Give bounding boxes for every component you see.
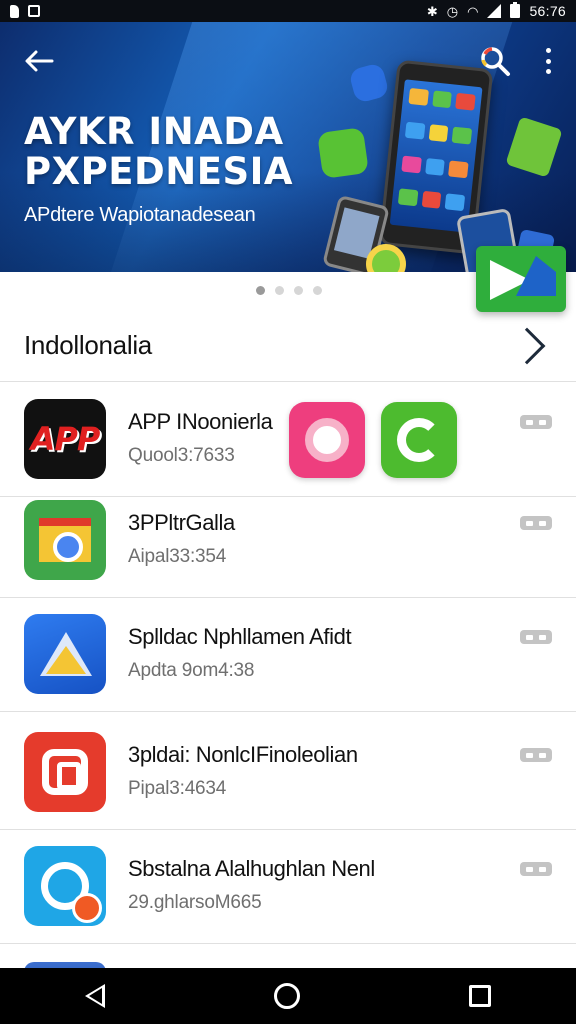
app-name: 3PPltrGalla: [128, 510, 235, 535]
status-right: ✱ ◷ ◠ 56:76: [426, 2, 566, 19]
carousel-dot[interactable]: [275, 286, 284, 295]
row-options-icon[interactable]: [520, 748, 552, 762]
list-item[interactable]: APP APP INoonierla Quool3:7633: [0, 383, 576, 497]
app-meta: Pipal3:4634: [128, 778, 227, 799]
status-time: 56:76: [529, 3, 566, 19]
list-item[interactable]: Sbstalna Alalhughlan Nenl 29.ghlarsoM665: [0, 830, 576, 944]
banner-title-line-2: PXPEDNESIA: [24, 150, 294, 193]
pink-app-icon[interactable]: [289, 402, 365, 478]
floating-app-icon: [505, 116, 563, 178]
search-icon[interactable]: [478, 44, 512, 78]
list-item[interactable]: 3pldai: NonlcIFinoleolian Pipal3:4634: [0, 716, 576, 830]
app-meta: 29.ghlarsoM665: [128, 892, 262, 913]
nav-home-icon[interactable]: [273, 983, 300, 1009]
app-logo-icon: APP: [24, 399, 106, 479]
app-meta: Apdta 9om4:38: [128, 660, 255, 681]
app-name: Sbstalna Alalhughlan Nenl: [128, 856, 375, 881]
floating-app-icon: [366, 244, 406, 272]
row-options-icon[interactable]: [520, 415, 552, 429]
floating-app-icon: [317, 127, 369, 179]
floating-app-icon: [348, 62, 390, 104]
chevron-right-icon[interactable]: [508, 327, 546, 364]
drive-triangle-icon: [24, 614, 106, 694]
alarm-icon: ◷: [446, 3, 459, 19]
status-left: [10, 4, 40, 18]
green-app-icon[interactable]: [381, 402, 457, 478]
overflow-menu-icon[interactable]: [536, 46, 560, 76]
battery-icon: [510, 2, 521, 18]
nav-recents-icon[interactable]: [469, 985, 492, 1007]
row-options-icon[interactable]: [520, 862, 552, 876]
app-name: APP INoonierla: [128, 409, 273, 434]
red-square-icon: [24, 732, 106, 812]
store-badge-icon[interactable]: [476, 246, 566, 312]
carousel-dot[interactable]: [313, 286, 322, 295]
app-meta: Aipal33:354: [128, 546, 227, 567]
row-options-icon[interactable]: [520, 630, 552, 644]
banner-subtitle: APdtere Wapiotanadesean: [24, 204, 256, 226]
back-arrow-icon[interactable]: [22, 44, 56, 78]
chrome-mail-icon: [24, 500, 106, 580]
app-logo-text: APP: [30, 420, 101, 458]
carousel-dot[interactable]: [294, 286, 303, 295]
sim-icon: [10, 4, 19, 18]
row-options-icon[interactable]: [520, 516, 552, 530]
app-name: 3pldai: NonlcIFinoleolian: [128, 742, 358, 767]
status-bar: ✱ ◷ ◠ 56:76: [0, 0, 576, 22]
navigation-bar: [0, 968, 576, 1024]
app-meta: Quool3:7633: [128, 445, 235, 466]
carousel-indicator[interactable]: [256, 286, 322, 295]
list-item[interactable]: 3PPltrGalla Aipal33:354: [0, 484, 576, 598]
bluetooth-icon: ✱: [426, 3, 438, 19]
banner-title: AYKR INADA PXPEDNESIA: [24, 112, 324, 192]
banner-title-line-1: AYKR INADA: [24, 110, 284, 153]
app-name: Splldac Nphllamen Afidt: [128, 624, 352, 649]
image-icon: [28, 5, 40, 17]
section-title: Indollonalia: [24, 330, 152, 360]
signal-icon: [487, 4, 502, 18]
nav-back-icon[interactable]: [84, 984, 105, 1008]
section-header[interactable]: Indollonalia: [0, 310, 576, 382]
cyan-ring-icon: [24, 846, 106, 926]
hero-banner[interactable]: AYKR INADA PXPEDNESIA APdtere Wapiotanad…: [0, 22, 576, 272]
carousel-dot[interactable]: [256, 286, 265, 295]
list-item[interactable]: Splldac Nphllamen Afidt Apdta 9om4:38: [0, 598, 576, 712]
wifi-icon: ◠: [467, 3, 479, 19]
